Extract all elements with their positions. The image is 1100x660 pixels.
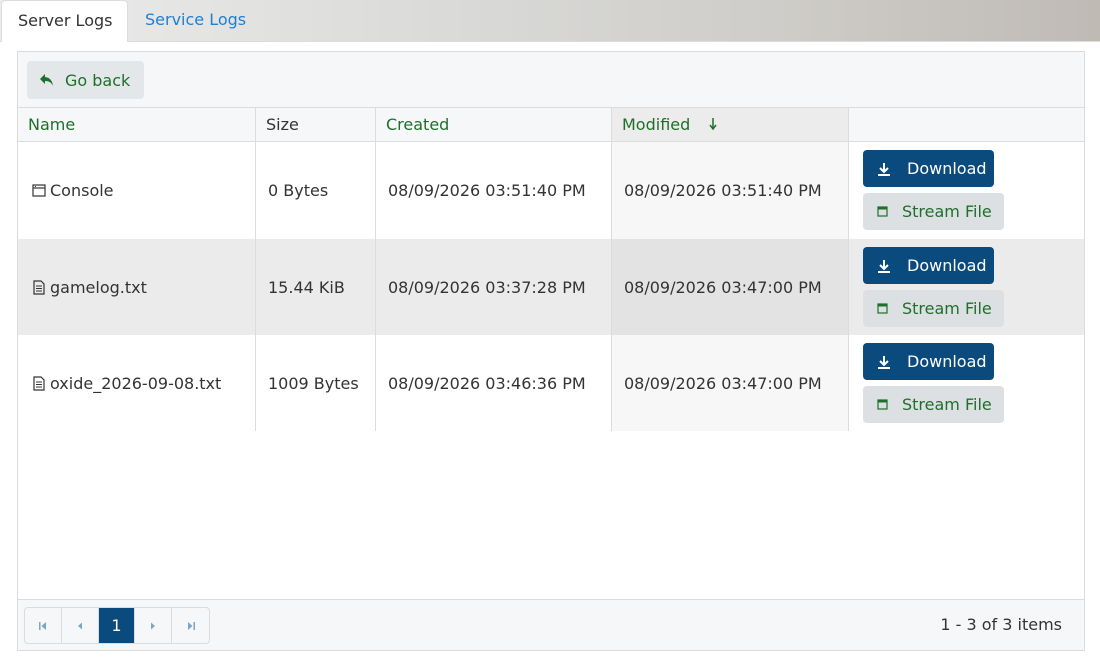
reply-arrow-icon [40, 74, 53, 86]
pager-buttons: 1 [24, 607, 210, 644]
next-page-button[interactable] [135, 608, 173, 643]
size-cell: 0 Bytes [256, 142, 376, 239]
download-icon [878, 162, 890, 176]
download-label: Download [907, 352, 987, 371]
column-header-modified-label: Modified [622, 115, 691, 134]
table-row: Console 0 Bytes 08/09/2026 03:51:40 PM 0… [18, 142, 1084, 239]
sort-descending-icon [709, 118, 717, 131]
last-page-button[interactable] [172, 608, 209, 643]
window-icon [877, 399, 888, 410]
name-cell: Console [18, 142, 256, 239]
grid-pager: 1 1 - 3 of 3 items [18, 599, 1084, 650]
download-button[interactable]: Download [863, 343, 994, 380]
text-file-icon [33, 279, 45, 295]
items-count: 1 - 3 of 3 items [940, 615, 1062, 634]
size-cell: 15.44 KiB [256, 239, 376, 335]
go-back-button[interactable]: Go back [27, 61, 144, 99]
grid-header: Name Size Created Modified [18, 108, 1084, 142]
console-window-icon [32, 184, 46, 197]
file-name: gamelog.txt [50, 277, 147, 297]
column-header-size[interactable]: Size [256, 108, 376, 141]
stream-file-button[interactable]: Stream File [863, 193, 1004, 230]
created-cell: 08/09/2026 03:46:36 PM [376, 335, 612, 431]
created-cell: 08/09/2026 03:37:28 PM [376, 239, 612, 335]
column-header-actions [849, 108, 1084, 141]
stream-file-label: Stream File [902, 202, 992, 221]
modified-cell: 08/09/2026 03:47:00 PM [612, 335, 849, 431]
name-cell: gamelog.txt [18, 239, 256, 335]
created-cell: 08/09/2026 03:51:40 PM [376, 142, 612, 239]
column-header-name[interactable]: Name [18, 108, 256, 141]
text-file-icon [33, 375, 45, 391]
file-name: Console [50, 181, 114, 200]
page-number-button[interactable]: 1 [98, 608, 136, 643]
next-page-icon [151, 622, 156, 629]
file-name: oxide_2026-09-08.txt [50, 373, 222, 393]
download-button[interactable]: Download [863, 247, 994, 284]
column-header-modified[interactable]: Modified [612, 108, 849, 141]
modified-cell: 08/09/2026 03:51:40 PM [612, 142, 849, 239]
logs-grid: Go back Name Size Created Modified Conso… [17, 51, 1085, 651]
stream-file-label: Stream File [902, 395, 992, 414]
previous-page-button[interactable] [62, 608, 99, 643]
download-icon [878, 355, 890, 369]
stream-file-button[interactable]: Stream File [863, 290, 1004, 327]
modified-cell: 08/09/2026 03:47:00 PM [612, 239, 849, 335]
name-cell: oxide_2026-09-08.txt [18, 335, 256, 431]
table-row: gamelog.txt 15.44 KiB 08/09/2026 03:37:2… [18, 239, 1084, 335]
download-label: Download [907, 159, 987, 178]
tab-service-logs[interactable]: Service Logs [129, 0, 262, 42]
tab-server-logs[interactable]: Server Logs [1, 0, 128, 42]
table-row: oxide_2026-09-08.txt 1009 Bytes 08/09/20… [18, 335, 1084, 431]
size-cell: 1009 Bytes [256, 335, 376, 431]
download-label: Download [907, 256, 987, 275]
column-header-created[interactable]: Created [376, 108, 612, 141]
window-icon [877, 206, 888, 217]
first-page-icon [38, 621, 46, 630]
window-icon [877, 303, 888, 314]
download-icon [878, 259, 890, 273]
first-page-button[interactable] [25, 608, 62, 643]
last-page-icon [187, 621, 195, 630]
stream-file-label: Stream File [902, 299, 992, 318]
tab-panel: Go back Name Size Created Modified Conso… [0, 41, 1100, 660]
grid-toolbar: Go back [18, 52, 1084, 108]
download-button[interactable]: Download [863, 150, 994, 187]
previous-page-icon [77, 622, 82, 629]
go-back-label: Go back [65, 70, 131, 90]
stream-file-button[interactable]: Stream File [863, 386, 1004, 423]
tab-bar: Server Logs Service Logs [0, 0, 1100, 42]
